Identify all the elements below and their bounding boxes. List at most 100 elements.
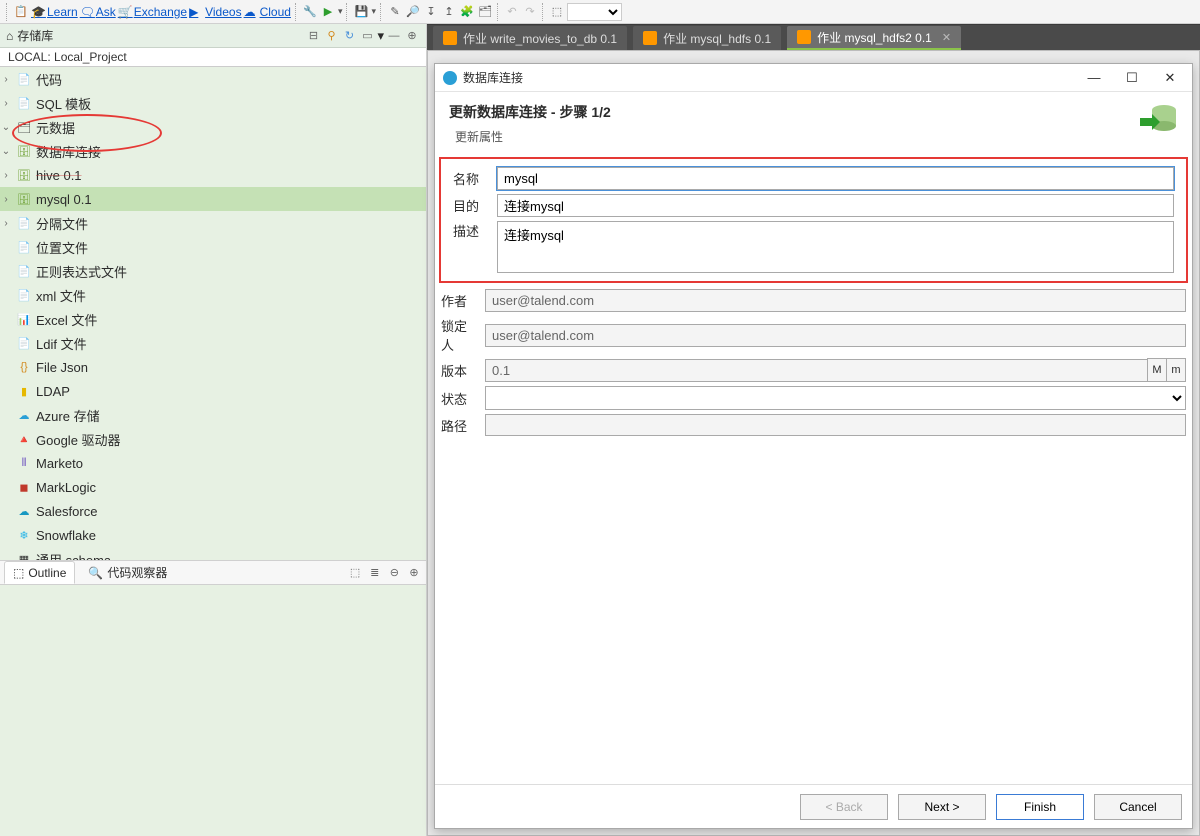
tree-ldif-files[interactable]: 📄Ldif 文件 (0, 333, 426, 353)
link-videos[interactable]: ▶Videos (189, 5, 241, 19)
label-state: 状态 (441, 389, 485, 408)
tree-generic-schema[interactable]: ▦通用 schema (0, 549, 426, 561)
tree-delim-files[interactable]: ›📄分隔文件 (0, 213, 426, 233)
cancel-button[interactable]: Cancel (1094, 794, 1182, 820)
editor-tab-1[interactable]: 作业 mysql_hdfs 0.1 (633, 26, 781, 50)
job-icon (643, 31, 657, 45)
input-desc[interactable]: 连接mysql (497, 221, 1174, 273)
editor-tab-0[interactable]: 作业 write_movies_to_db 0.1 (433, 26, 627, 50)
label-locker: 锁定人 (441, 316, 485, 354)
collapse-all-icon[interactable]: ⊟ (305, 28, 321, 44)
dialog-title: 数据库连接 (463, 69, 523, 86)
editor-tab-2[interactable]: 作业 mysql_hdfs2 0.1✕ (787, 26, 961, 50)
top-toolbar: 📋 🎓Learn 🗨Ask 🛒Exchange ▶Videos ☁Cloud 🔧… (0, 0, 1200, 24)
dialog-close-icon[interactable]: ✕ (1156, 67, 1184, 89)
label-desc: 描述 (453, 221, 497, 240)
tree-salesforce[interactable]: ☁Salesforce (0, 501, 426, 521)
dialog-minimize-icon[interactable]: — (1080, 67, 1108, 89)
outline-minimize-icon[interactable]: ⊖ (386, 565, 402, 581)
field-author: user@talend.com (485, 289, 1186, 312)
tree-ldap[interactable]: ▮LDAP (0, 381, 426, 401)
tool3-icon[interactable]: ↥ (441, 4, 457, 20)
combo-icon[interactable]: ⬚ (549, 4, 565, 20)
tree-file-json[interactable]: {}File Json (0, 357, 426, 377)
tab-outline[interactable]: ⬚Outline (4, 561, 75, 584)
select-state[interactable] (485, 386, 1186, 410)
tree-metadata[interactable]: ⌄🗂元数据 (0, 117, 426, 137)
tab-code-inspector[interactable]: 🔍代码观察器 (79, 561, 176, 584)
dialog-headline: 更新数据库连接 - 步骤 1/2 (449, 102, 611, 122)
tree-pos-files[interactable]: 📄位置文件 (0, 237, 426, 257)
close-tab-icon[interactable]: ✕ (942, 31, 951, 44)
tree-google[interactable]: 🔺Google 驱动器 (0, 429, 426, 449)
refresh-icon[interactable]: ↻ (341, 28, 357, 44)
editor-tab-bar: 作业 write_movies_to_db 0.1 作业 mysql_hdfs … (427, 24, 1200, 50)
outline-tool2-icon[interactable]: ≣ (367, 565, 383, 581)
project-label: LOCAL: Local_Project (0, 48, 426, 67)
link-learn[interactable]: 🎓Learn (31, 5, 78, 19)
label-author: 作者 (441, 291, 485, 310)
tool5-icon[interactable]: 🗂 (477, 4, 493, 20)
tree-excel-files[interactable]: 📊Excel 文件 (0, 309, 426, 329)
tree-marketo[interactable]: ⫴Marketo (0, 453, 426, 473)
tree-code[interactable]: ›📄代码 (0, 69, 426, 89)
outline-tool1-icon[interactable]: ⬚ (347, 565, 363, 581)
field-path (485, 414, 1186, 436)
job-icon (797, 30, 811, 44)
label-name: 名称 (453, 169, 497, 188)
version-major-button[interactable]: M (1147, 358, 1167, 382)
toolbar-combo[interactable] (567, 3, 622, 21)
field-locker: user@talend.com (485, 324, 1186, 347)
dialog-database-icon (1136, 102, 1178, 134)
link-exchange[interactable]: 🛒Exchange (118, 5, 187, 19)
tool4-icon[interactable]: 🧩 (459, 4, 475, 20)
tree-sql-templates[interactable]: ›📄SQL 模板 (0, 93, 426, 113)
dialog-app-icon (443, 71, 457, 85)
finish-button[interactable]: Finish (996, 794, 1084, 820)
tool1-icon[interactable]: 🔎 (405, 4, 421, 20)
filter-icon[interactable]: ⚲ (323, 28, 339, 44)
save-icon[interactable]: 💾 (353, 4, 369, 20)
run-icon[interactable]: ▶ (320, 4, 336, 20)
repo-panel-header: ⌂存储库 ⊟ ⚲ ↻ ▭▾ — ⊕ (0, 24, 426, 48)
edit-icon[interactable]: ✎ (387, 4, 403, 20)
version-minor-button[interactable]: m (1166, 358, 1186, 382)
editor-body: 数据库连接 — ☐ ✕ 更新数据库连接 - 步骤 1/2 更新属性 (427, 50, 1200, 836)
repo-title: 存储库 (17, 27, 53, 44)
tree-db-connection[interactable]: ⌄🗄数据库连接 (0, 141, 426, 161)
outline-maximize-icon[interactable]: ⊕ (406, 565, 422, 581)
home-icon: ⌂ (6, 29, 13, 43)
bottom-tab-bar: ⬚Outline 🔍代码观察器 ⬚ ≣ ⊖ ⊕ (0, 561, 426, 585)
link-cloud[interactable]: ☁Cloud (244, 5, 291, 19)
tree-snowflake[interactable]: ❄Snowflake (0, 525, 426, 545)
tree-regex-files[interactable]: 📄正则表达式文件 (0, 261, 426, 281)
project-icon[interactable]: 🔧 (302, 4, 318, 20)
redo-icon[interactable]: ↷ (522, 4, 538, 20)
tree-mysql[interactable]: ›🗄mysql 0.1 (0, 189, 426, 209)
tree-azure[interactable]: ☁Azure 存储 (0, 405, 426, 425)
highlighted-fields: 名称 目的 描述 连接mysql (439, 157, 1188, 283)
label-version: 版本 (441, 361, 485, 380)
label-purpose: 目的 (453, 196, 497, 215)
maximize-icon[interactable]: ⊕ (404, 28, 420, 44)
next-button[interactable]: Next > (898, 794, 986, 820)
tree-hive[interactable]: ›🗄hive 0.1 (0, 165, 426, 185)
repo-tree[interactable]: LOCAL: Local_Project ›📄代码 ›📄SQL 模板 ⌄🗂元数据… (0, 48, 426, 561)
outline-body (0, 585, 426, 836)
undo-icon[interactable]: ↶ (504, 4, 520, 20)
dialog-maximize-icon[interactable]: ☐ (1118, 67, 1146, 89)
link-ask[interactable]: 🗨Ask (80, 5, 116, 19)
view-menu-icon[interactable]: ▭ (359, 28, 375, 44)
minimize-icon[interactable]: — (386, 28, 402, 44)
open-icon[interactable]: 📋 (13, 4, 29, 20)
input-purpose[interactable] (497, 194, 1174, 217)
tree-xml-files[interactable]: 📄xml 文件 (0, 285, 426, 305)
input-name[interactable] (497, 167, 1174, 190)
dialog-subtitle: 更新属性 (449, 128, 611, 145)
back-button: < Back (800, 794, 888, 820)
tool2-icon[interactable]: ↧ (423, 4, 439, 20)
field-version: 0.1 (485, 359, 1148, 382)
tree-marklogic[interactable]: ◼MarkLogic (0, 477, 426, 497)
job-icon (443, 31, 457, 45)
db-connection-dialog: 数据库连接 — ☐ ✕ 更新数据库连接 - 步骤 1/2 更新属性 (434, 63, 1193, 829)
